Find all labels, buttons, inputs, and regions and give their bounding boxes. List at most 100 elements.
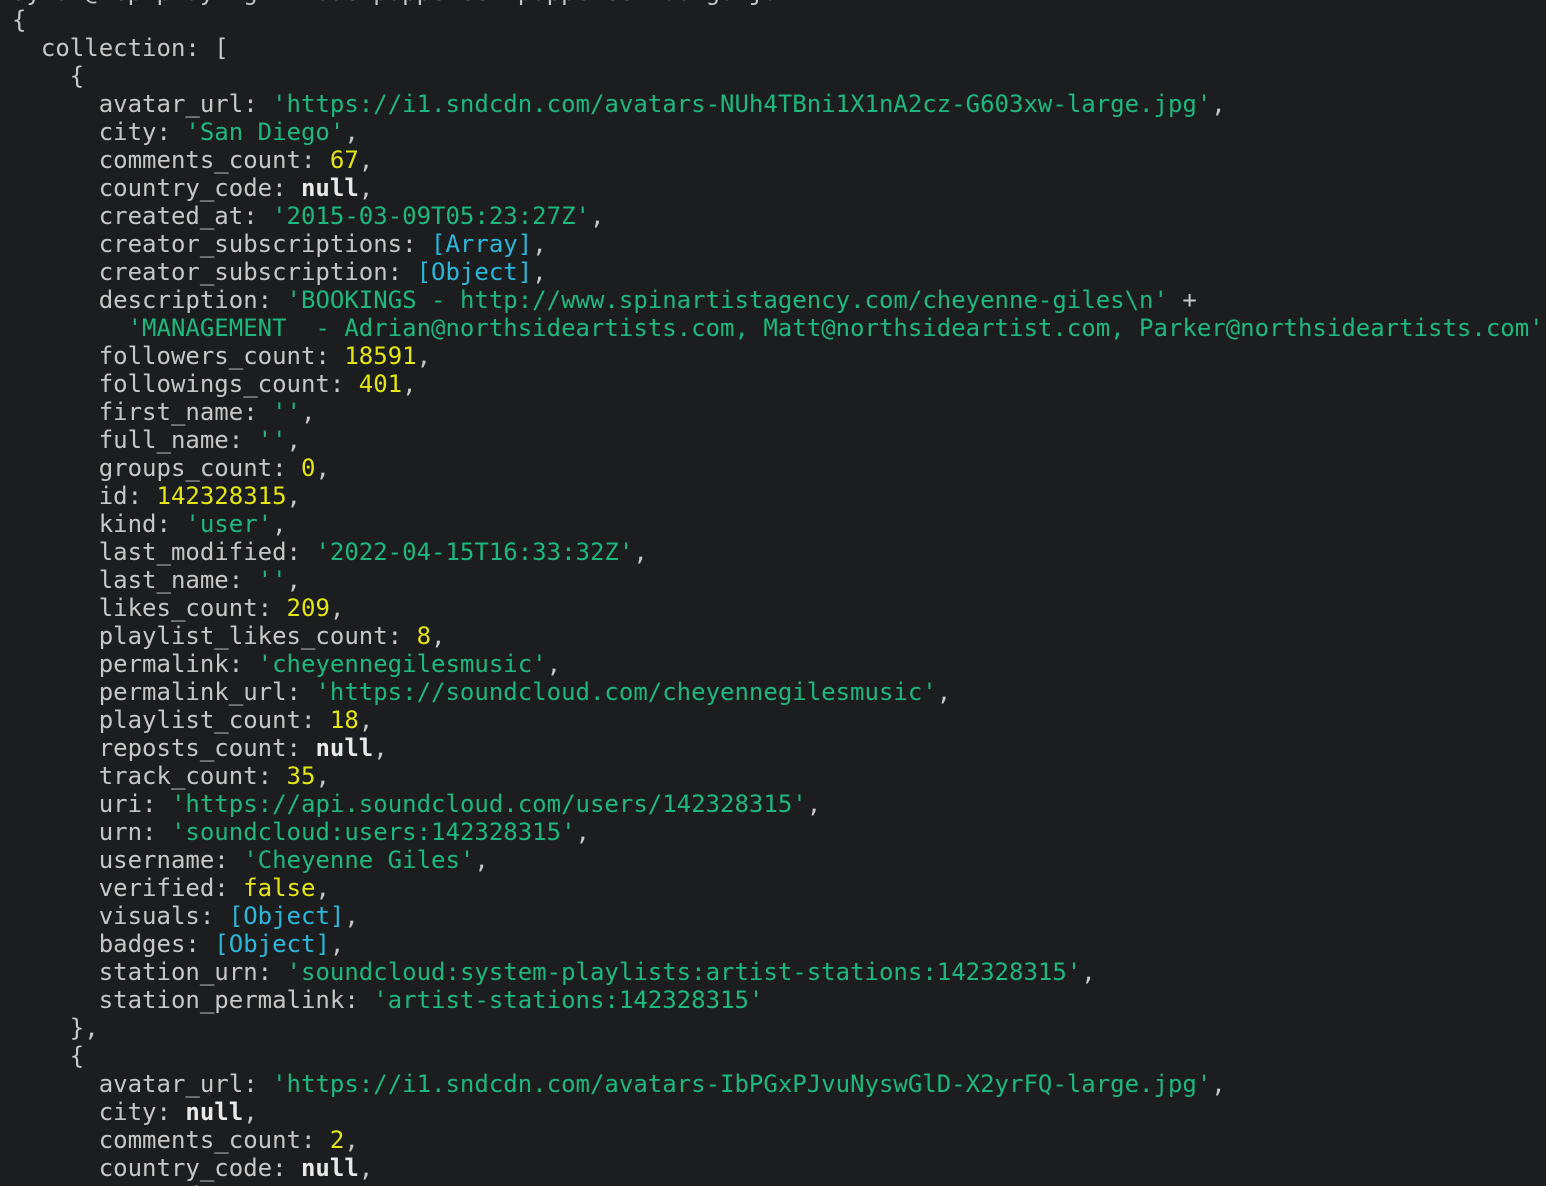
terminal-line: reposts_count: null, [12, 734, 1546, 762]
token-str: 'San Diego' [185, 118, 344, 146]
token-plain: badges: [12, 930, 214, 958]
token-plain: permalink: [12, 650, 258, 678]
terminal-line: station_urn: 'soundcloud:system-playlist… [12, 958, 1546, 986]
token-str: 'soundcloud:system-playlists:artist-stat… [287, 958, 1082, 986]
token-plain: , [532, 230, 546, 258]
token-str: 'user' [185, 510, 272, 538]
token-plain: , [576, 818, 590, 846]
token-plain: , [330, 930, 344, 958]
terminal-line: { [12, 62, 1546, 90]
token-str: '2015- [272, 1182, 359, 1186]
token-plain: track_count: [12, 762, 287, 790]
token-num: 401 [359, 370, 402, 398]
token-plain: , [315, 454, 329, 482]
token-plain: , [359, 146, 373, 174]
token-plain: followings_count: [12, 370, 359, 398]
token-num: 0 [301, 454, 315, 482]
token-plain: , [344, 902, 358, 930]
token-plain: visuals: [12, 902, 229, 930]
token-str: 'artist-stations:142328315' [373, 986, 763, 1014]
terminal-line-clipped-bottom: created_at: '2015- [12, 1182, 1546, 1186]
token-plain: description: [12, 286, 287, 314]
terminal-line: followings_count: 401, [12, 370, 1546, 398]
token-num: 2 [330, 1126, 344, 1154]
token-num: 8 [417, 622, 431, 650]
token-null: null [301, 174, 359, 202]
token-plain: , [431, 622, 445, 650]
token-plain: , [359, 174, 373, 202]
token-plain: creator_subscription: [12, 258, 417, 286]
token-plain: , [373, 734, 387, 762]
token-plain: country_code: [12, 174, 301, 202]
token-plain: last_name: [12, 566, 258, 594]
token-str: 'Cheyenne Giles' [243, 846, 474, 874]
token-plain: permalink_url: [12, 678, 315, 706]
token-plain: , [633, 538, 647, 566]
token-plain: reposts_count: [12, 734, 315, 762]
token-ref: [Array] [431, 230, 532, 258]
token-plain: , [344, 1126, 358, 1154]
terminal-line: created_at: '2015-03-09T05:23:27Z', [12, 202, 1546, 230]
token-plain: created_at: [12, 202, 272, 230]
token-plain: , [937, 678, 951, 706]
terminal-line: groups_count: 0, [12, 454, 1546, 482]
token-num: 67 [330, 146, 359, 174]
terminal-line: creator_subscriptions: [Array], [12, 230, 1546, 258]
token-plain: , [1211, 90, 1225, 118]
terminal-line: playlist_likes_count: 8, [12, 622, 1546, 650]
token-plain: , [287, 426, 301, 454]
terminal-line: creator_subscription: [Object], [12, 258, 1546, 286]
token-plain: comments_count: [12, 146, 330, 174]
terminal-line: permalink_url: 'https://soundcloud.com/c… [12, 678, 1546, 706]
token-plain: { [12, 1042, 84, 1070]
token-plain: , [402, 370, 416, 398]
token-plain [12, 314, 128, 342]
token-plain: dylan@mbp playing % node puppeteer puppe… [12, 0, 778, 6]
terminal-line: comments_count: 67, [12, 146, 1546, 174]
token-plain: created_at: [12, 1182, 272, 1186]
terminal-line: playlist_count: 18, [12, 706, 1546, 734]
terminal-line: username: 'Cheyenne Giles', [12, 846, 1546, 874]
terminal-output: dylan@mbp playing % node puppeteer puppe… [0, 0, 1546, 1186]
token-bool: false [243, 874, 315, 902]
terminal-line: followers_count: 18591, [12, 342, 1546, 370]
token-str: 'https://i1.sndcdn.com/avatars-IbPGxPJvu… [272, 1070, 1211, 1098]
token-num: 18 [330, 706, 359, 734]
token-plain: uri: [12, 790, 171, 818]
token-plain: , [1211, 1070, 1225, 1098]
token-num: 142328315 [157, 482, 287, 510]
terminal-line: 'MANAGEMENT - Adrian@northsideartists.co… [12, 314, 1546, 342]
terminal-line: city: 'San Diego', [12, 118, 1546, 146]
token-plain: groups_count: [12, 454, 301, 482]
terminal-line: uri: 'https://api.soundcloud.com/users/1… [12, 790, 1546, 818]
token-null: null [185, 1098, 243, 1126]
terminal-line: urn: 'soundcloud:users:142328315', [12, 818, 1546, 846]
terminal-line: full_name: '', [12, 426, 1546, 454]
token-str: '' [258, 426, 287, 454]
token-plain: { [12, 62, 84, 90]
terminal-line: first_name: '', [12, 398, 1546, 426]
token-plain: collection: [ [12, 34, 229, 62]
token-plain: , [532, 258, 546, 286]
token-str: '' [272, 398, 301, 426]
terminal-line: verified: false, [12, 874, 1546, 902]
token-plain: first_name: [12, 398, 272, 426]
terminal-line: comments_count: 2, [12, 1126, 1546, 1154]
terminal-line: { [12, 1042, 1546, 1070]
token-plain: + [1168, 286, 1197, 314]
token-str: 'https://api.soundcloud.com/users/142328… [171, 790, 807, 818]
token-str: 'cheyennegilesmusic' [258, 650, 547, 678]
token-plain: playlist_count: [12, 706, 330, 734]
token-num: 209 [287, 594, 330, 622]
token-str: 'https://soundcloud.com/cheyennegilesmus… [315, 678, 936, 706]
terminal-line: kind: 'user', [12, 510, 1546, 538]
token-plain: followers_count: [12, 342, 344, 370]
token-plain: likes_count: [12, 594, 287, 622]
token-plain: , [330, 594, 344, 622]
token-str: 'BOOKINGS - http://www.spinartistagency.… [287, 286, 1168, 314]
token-plain: avatar_url: [12, 1070, 272, 1098]
token-plain: , [272, 510, 286, 538]
token-plain: creator_subscriptions: [12, 230, 431, 258]
terminal-line: likes_count: 209, [12, 594, 1546, 622]
token-plain: { [12, 6, 26, 34]
